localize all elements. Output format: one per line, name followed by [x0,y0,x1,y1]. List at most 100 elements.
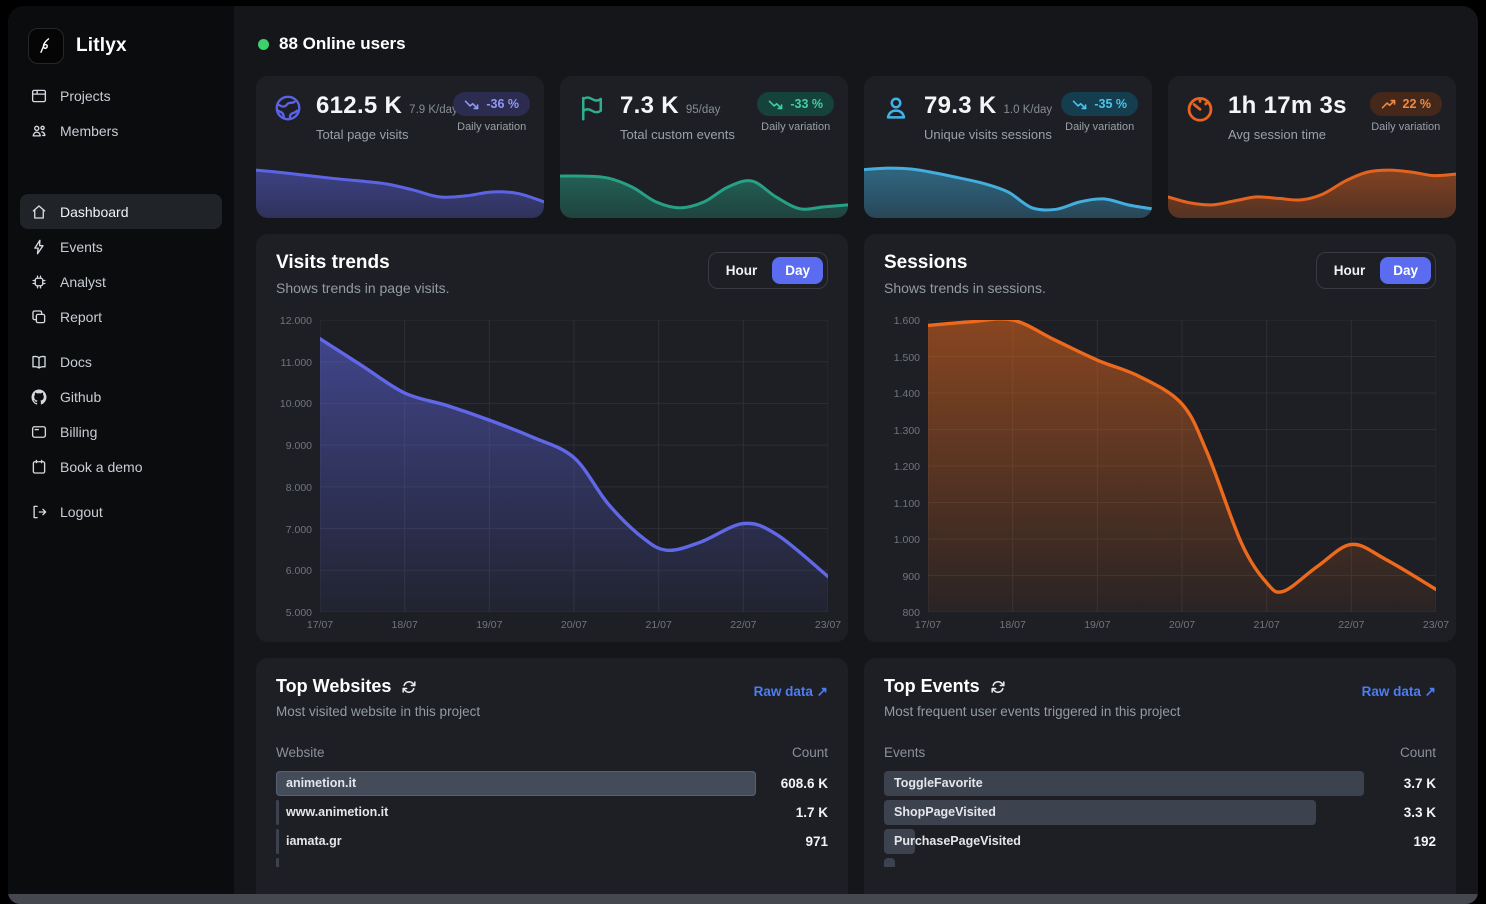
sidebar-item-members[interactable]: Members [20,113,222,148]
stat-label: Avg session time [1228,127,1370,142]
stat-value-row: 612.5 K7.9 K/day [316,92,453,120]
sidebar-item-label: Logout [60,504,103,520]
row-bar-track: www.animetion.it [276,800,756,825]
row-bar-track: PurchasePageVisited [884,829,1364,854]
toggle-option-day[interactable]: Day [1380,257,1431,284]
horizontal-scrollbar[interactable] [8,894,1478,904]
litlyx-logo-icon [28,28,64,64]
y-axis-labels: 12.00011.00010.0009.0008.0007.0006.0005.… [276,320,320,612]
sidebar-item-logout[interactable]: Logout [20,494,222,529]
row-count: 971 [756,834,828,849]
daily-variation-badge: 22 % [1370,92,1443,116]
x-tick-label: 17/07 [307,619,333,631]
table-subtitle: Most visited website in this project [276,704,480,719]
table-rows: ToggleFavorite3.7 K ShopPageVisited3.3 K P… [884,771,1436,867]
column-header-name: Website [276,745,325,760]
y-tick-label: 5.000 [286,607,312,619]
table-row[interactable]: ShopPageVisited3.3 K [884,800,1436,825]
column-header-count: Count [1400,745,1436,760]
sidebar-item-label: Book a demo [60,459,143,475]
interval-toggle: HourDay [708,252,828,289]
stat-value: 1h 17m 3s [1228,92,1347,120]
y-tick-label: 12.000 [280,315,312,327]
badge-caption: Daily variation [1370,121,1443,133]
table-panel-header: Top Websites Most visited website in this… [276,676,828,719]
refresh-icon[interactable] [990,679,1006,695]
main-content: 88 Online users 612.5 K7.9 K/dayTotal pa… [234,6,1478,904]
row-bar-track: iamata.gr [276,829,756,854]
badge-value: -36 % [486,97,519,111]
stat-card-top: 79.3 K1.0 K/dayUnique visits sessions-35… [864,76,1152,142]
badge-caption: Daily variation [757,121,834,133]
stat-card-top: 7.3 K95/dayTotal custom events-33 %Daily… [560,76,848,142]
table-row[interactable]: ToggleFavorite3.7 K [884,771,1436,796]
toggle-option-hour[interactable]: Hour [1321,257,1379,284]
stat-value-row: 1h 17m 3s [1228,92,1370,120]
row-count: 608.6 K [756,776,828,791]
table-row[interactable]: www.animetion.it1.7 K [276,800,828,825]
stat-card-top: 612.5 K7.9 K/dayTotal page visits-36 %Da… [256,76,544,142]
x-tick-label: 19/07 [476,619,502,631]
table-row-partial [884,858,1436,867]
sidebar-item-book-a-demo[interactable]: Book a demo [20,449,222,484]
daily-variation-badge: -35 % [1061,92,1138,116]
stat-value: 7.3 K [620,92,679,120]
home-icon [30,203,48,221]
stat-label: Total custom events [620,127,757,142]
charts-row: Visits trendsShows trends in page visits… [256,234,1456,642]
sidebar-item-events[interactable]: Events [20,229,222,264]
y-tick-label: 1.400 [894,388,920,400]
raw-data-link[interactable]: Raw data ↗ [754,684,828,700]
table-subtitle: Most frequent user events triggered in t… [884,704,1180,719]
calendar-icon [30,458,48,476]
toggle-option-day[interactable]: Day [772,257,823,284]
table-title: Top Events [884,676,980,697]
raw-data-link[interactable]: Raw data ↗ [1362,684,1436,700]
row-label: ToggleFavorite [884,776,983,790]
sidebar-item-analyst[interactable]: Analyst [20,264,222,299]
refresh-icon[interactable] [401,679,417,695]
badge-value: -35 % [1094,97,1127,111]
table-row[interactable]: animetion.it 608.6 K [276,771,828,796]
sidebar-item-projects[interactable]: Projects [20,78,222,113]
table-title: Top Websites [276,676,391,697]
y-tick-label: 8.000 [286,482,312,494]
stat-rate: 7.9 K/day [409,104,458,116]
chart-panel-header: Visits trendsShows trends in page visits… [276,252,828,296]
y-tick-label: 6.000 [286,565,312,577]
sidebar-group: Logout [20,494,222,529]
sidebar-item-billing[interactable]: Billing [20,414,222,449]
y-tick-label: 1.100 [894,498,920,510]
sidebar-item-dashboard[interactable]: Dashboard [20,194,222,229]
projects-icon [30,87,48,105]
chart-canvas [928,320,1436,612]
y-tick-label: 1.600 [894,315,920,327]
toggle-option-hour[interactable]: Hour [713,257,771,284]
trend-down-icon [768,98,783,111]
logout-icon [30,503,48,521]
chart-title-block: Visits trendsShows trends in page visits… [276,252,450,296]
row-label: animetion.it [276,776,356,790]
sidebar-item-report[interactable]: Report [20,299,222,334]
sidebar-item-label: Github [60,389,101,405]
table-row[interactable]: PurchasePageVisited192 [884,829,1436,854]
stat-label: Total page visits [316,127,453,142]
sidebar-item-label: Report [60,309,102,325]
sidebar-item-label: Analyst [60,274,106,290]
sidebar-item-github[interactable]: Github [20,379,222,414]
trend-down-icon [464,98,479,111]
table-column-headers: EventsCount [884,745,1436,760]
x-tick-label: 22/07 [730,619,756,631]
chart-plot-area: 1.6001.5001.4001.3001.2001.1001.00090080… [884,320,1436,612]
x-axis-labels: 17/0718/0719/0720/0721/0722/0723/07 [928,612,1436,632]
sidebar-group: DashboardEvents Analyst Report [20,194,222,334]
y-tick-label: 10.000 [280,398,312,410]
stat-rate: 1.0 K/day [1004,104,1053,116]
row-bar-track: animetion.it [276,771,756,796]
sidebar-item-docs[interactable]: Docs [20,344,222,379]
table-row[interactable]: iamata.gr971 [276,829,828,854]
stat-badge-block: 22 % Daily variation [1370,92,1443,142]
x-tick-label: 21/07 [1254,619,1280,631]
row-bar-track: ToggleFavorite [884,771,1364,796]
row-bar [884,858,895,867]
